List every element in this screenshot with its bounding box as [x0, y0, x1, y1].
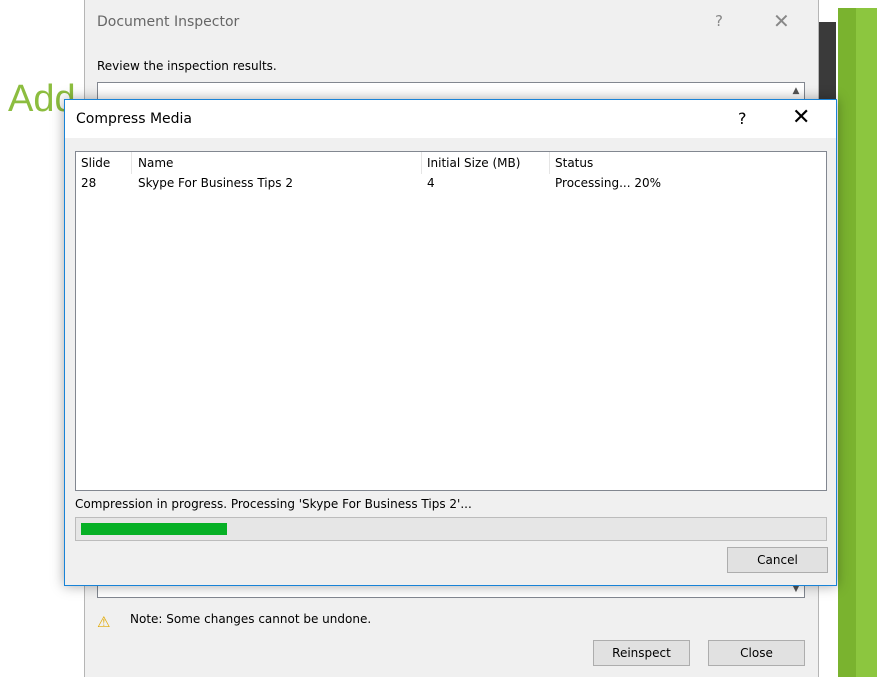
cell-name: Skype For Business Tips 2 [138, 176, 293, 190]
media-list[interactable]: Slide Name Initial Size (MB) Status 28 S… [75, 151, 827, 491]
progress-bar [75, 517, 827, 541]
progress-bar-fill [81, 523, 227, 535]
compress-media-dialog: Compress Media ? ✕ Slide Name Initial Si… [64, 99, 837, 586]
warning-icon: ⚠ [97, 613, 111, 631]
column-divider[interactable] [131, 152, 132, 174]
help-button[interactable]: ? [738, 109, 747, 128]
cell-status: Processing... 20% [555, 176, 662, 190]
cell-slide: 28 [81, 176, 97, 190]
help-button[interactable]: ? [715, 12, 723, 30]
column-divider[interactable] [421, 152, 422, 174]
close-icon[interactable]: ✕ [792, 105, 810, 130]
document-inspector-title: Document Inspector [97, 14, 240, 30]
close-button[interactable]: Close [708, 640, 805, 666]
scroll-up-icon[interactable]: ▲ [788, 83, 804, 99]
compress-media-title: Compress Media [76, 111, 193, 127]
dialog-title-bar: Compress Media ? ✕ [65, 100, 836, 138]
undo-note: Note: Some changes cannot be undone. [130, 612, 372, 626]
review-instructions: Review the inspection results. [97, 59, 277, 73]
column-header-name[interactable]: Name [138, 152, 173, 174]
column-header-status[interactable]: Status [555, 152, 593, 174]
column-header-initial-size[interactable]: Initial Size (MB) [427, 152, 520, 174]
table-row[interactable]: 28 Skype For Business Tips 2 4 Processin… [76, 174, 826, 194]
progress-status-text: Compression in progress. Processing 'Sky… [75, 497, 472, 511]
column-header-slide[interactable]: Slide [81, 152, 110, 174]
slide-accent-strip [838, 8, 877, 677]
cell-size: 4 [427, 176, 435, 190]
cancel-button[interactable]: Cancel [727, 547, 828, 573]
column-divider[interactable] [549, 152, 550, 174]
reinspect-button[interactable]: Reinspect [593, 640, 690, 666]
close-icon[interactable]: ✕ [773, 9, 790, 33]
